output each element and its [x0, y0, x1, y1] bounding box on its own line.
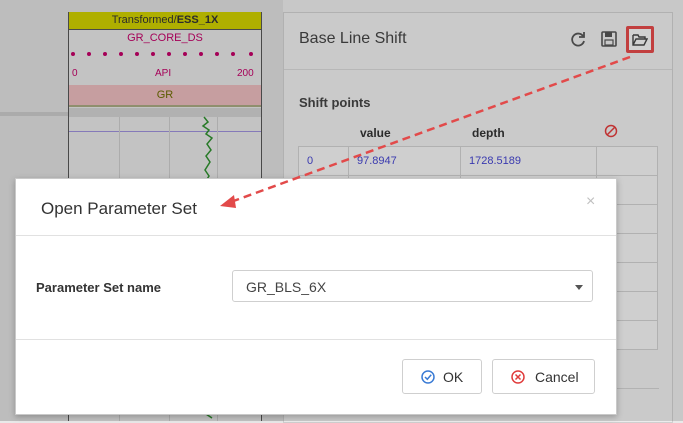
selected-value: GR_BLS_6X: [246, 279, 327, 295]
ok-button[interactable]: OK: [402, 359, 482, 394]
parameter-set-label: Parameter Set name: [36, 280, 162, 295]
close-icon[interactable]: ×: [586, 193, 595, 211]
dialog-divider: [16, 339, 616, 340]
dialog-divider: [16, 235, 616, 236]
open-parameter-set-dialog: Open Parameter Set × Parameter Set name …: [15, 178, 617, 415]
cancel-circle-icon: [511, 370, 525, 384]
parameter-set-select[interactable]: GR_BLS_6X: [232, 270, 593, 302]
dialog-title: Open Parameter Set: [41, 199, 197, 218]
check-circle-icon: [421, 370, 435, 384]
cancel-button[interactable]: Cancel: [492, 359, 595, 394]
chevron-down-icon[interactable]: [575, 285, 583, 290]
ok-label: OK: [443, 369, 464, 385]
cancel-label: Cancel: [535, 369, 579, 385]
